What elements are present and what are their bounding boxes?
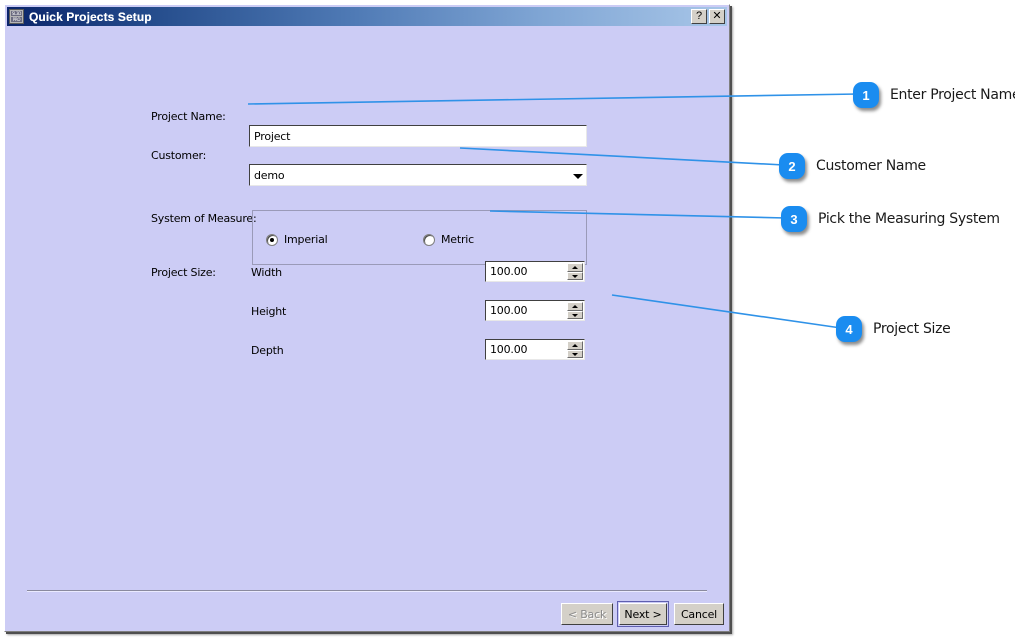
back-button[interactable]: < Back xyxy=(561,603,613,625)
width-value: 100.00 xyxy=(490,265,528,278)
project-name-value: Project xyxy=(254,129,291,143)
callout-3-text: Pick the Measuring System xyxy=(818,211,1000,227)
depth-value: 100.00 xyxy=(490,343,528,356)
radio-metric-indicator[interactable] xyxy=(423,233,435,246)
dialog-window: SL3D PRO Quick Projects Setup ? ✕ Projec… xyxy=(4,4,730,632)
callout-4-badge: 4 xyxy=(836,316,862,342)
width-stepper-buttons xyxy=(567,262,584,281)
width-increment-button[interactable] xyxy=(567,263,583,272)
radio-imperial[interactable]: Imperial xyxy=(266,233,328,246)
radio-imperial-label: Imperial xyxy=(284,233,328,246)
radio-metric[interactable]: Metric xyxy=(423,233,474,246)
system-of-measure-group: Imperial Metric xyxy=(252,210,587,265)
height-stepper-buttons xyxy=(567,301,584,320)
depth-decrement-button[interactable] xyxy=(567,349,583,358)
next-button[interactable]: Next > xyxy=(617,601,669,627)
width-label: Width xyxy=(251,266,282,279)
close-icon[interactable]: ✕ xyxy=(709,9,725,24)
height-value: 100.00 xyxy=(490,304,528,317)
callout-1-text: Enter Project Name xyxy=(890,87,1015,103)
callout-2-text: Customer Name xyxy=(816,158,926,174)
project-size-label: Project Size: xyxy=(151,266,216,279)
chevron-down-icon[interactable] xyxy=(569,165,586,185)
height-label: Height xyxy=(251,305,287,318)
app-icon-line-2: PRO xyxy=(11,17,22,22)
callout-1-badge: 1 xyxy=(853,82,879,108)
project-name-input[interactable]: Project xyxy=(249,125,587,147)
help-button[interactable]: ? xyxy=(691,9,707,24)
customer-label: Customer: xyxy=(151,149,207,162)
radio-metric-label: Metric xyxy=(441,233,474,246)
system-of-measure-label: System of Measure: xyxy=(151,212,257,225)
callout-1[interactable]: 1 Enter Project Name xyxy=(853,82,1015,108)
height-stepper[interactable]: 100.00 xyxy=(485,300,585,321)
callout-2[interactable]: 2 Customer Name xyxy=(779,153,926,179)
callout-4-text: Project Size xyxy=(873,321,951,337)
project-name-label: Project Name: xyxy=(151,110,226,123)
footer-separator xyxy=(27,590,707,592)
depth-label: Depth xyxy=(251,344,284,357)
app-icon: SL3D PRO xyxy=(9,9,24,24)
customer-select[interactable]: demo xyxy=(249,164,587,186)
dialog-body: Project Name: Project Customer: demo Sys… xyxy=(7,27,727,629)
title-bar[interactable]: SL3D PRO Quick Projects Setup ? ✕ xyxy=(7,7,727,26)
app-icon-line-1: SL3D xyxy=(11,11,22,16)
callout-3-badge: 3 xyxy=(781,206,807,232)
customer-value: demo xyxy=(254,168,285,182)
depth-stepper-buttons xyxy=(567,340,584,359)
depth-stepper[interactable]: 100.00 xyxy=(485,339,585,360)
window-title: Quick Projects Setup xyxy=(29,9,152,24)
callout-4[interactable]: 4 Project Size xyxy=(836,316,951,342)
callout-3[interactable]: 3 Pick the Measuring System xyxy=(781,206,1000,232)
depth-increment-button[interactable] xyxy=(567,341,583,350)
cancel-button[interactable]: Cancel xyxy=(674,603,724,625)
callout-2-badge: 2 xyxy=(779,153,805,179)
height-decrement-button[interactable] xyxy=(567,310,583,319)
height-increment-button[interactable] xyxy=(567,302,583,311)
width-stepper[interactable]: 100.00 xyxy=(485,261,585,282)
width-decrement-button[interactable] xyxy=(567,271,583,280)
radio-imperial-indicator[interactable] xyxy=(266,233,278,246)
